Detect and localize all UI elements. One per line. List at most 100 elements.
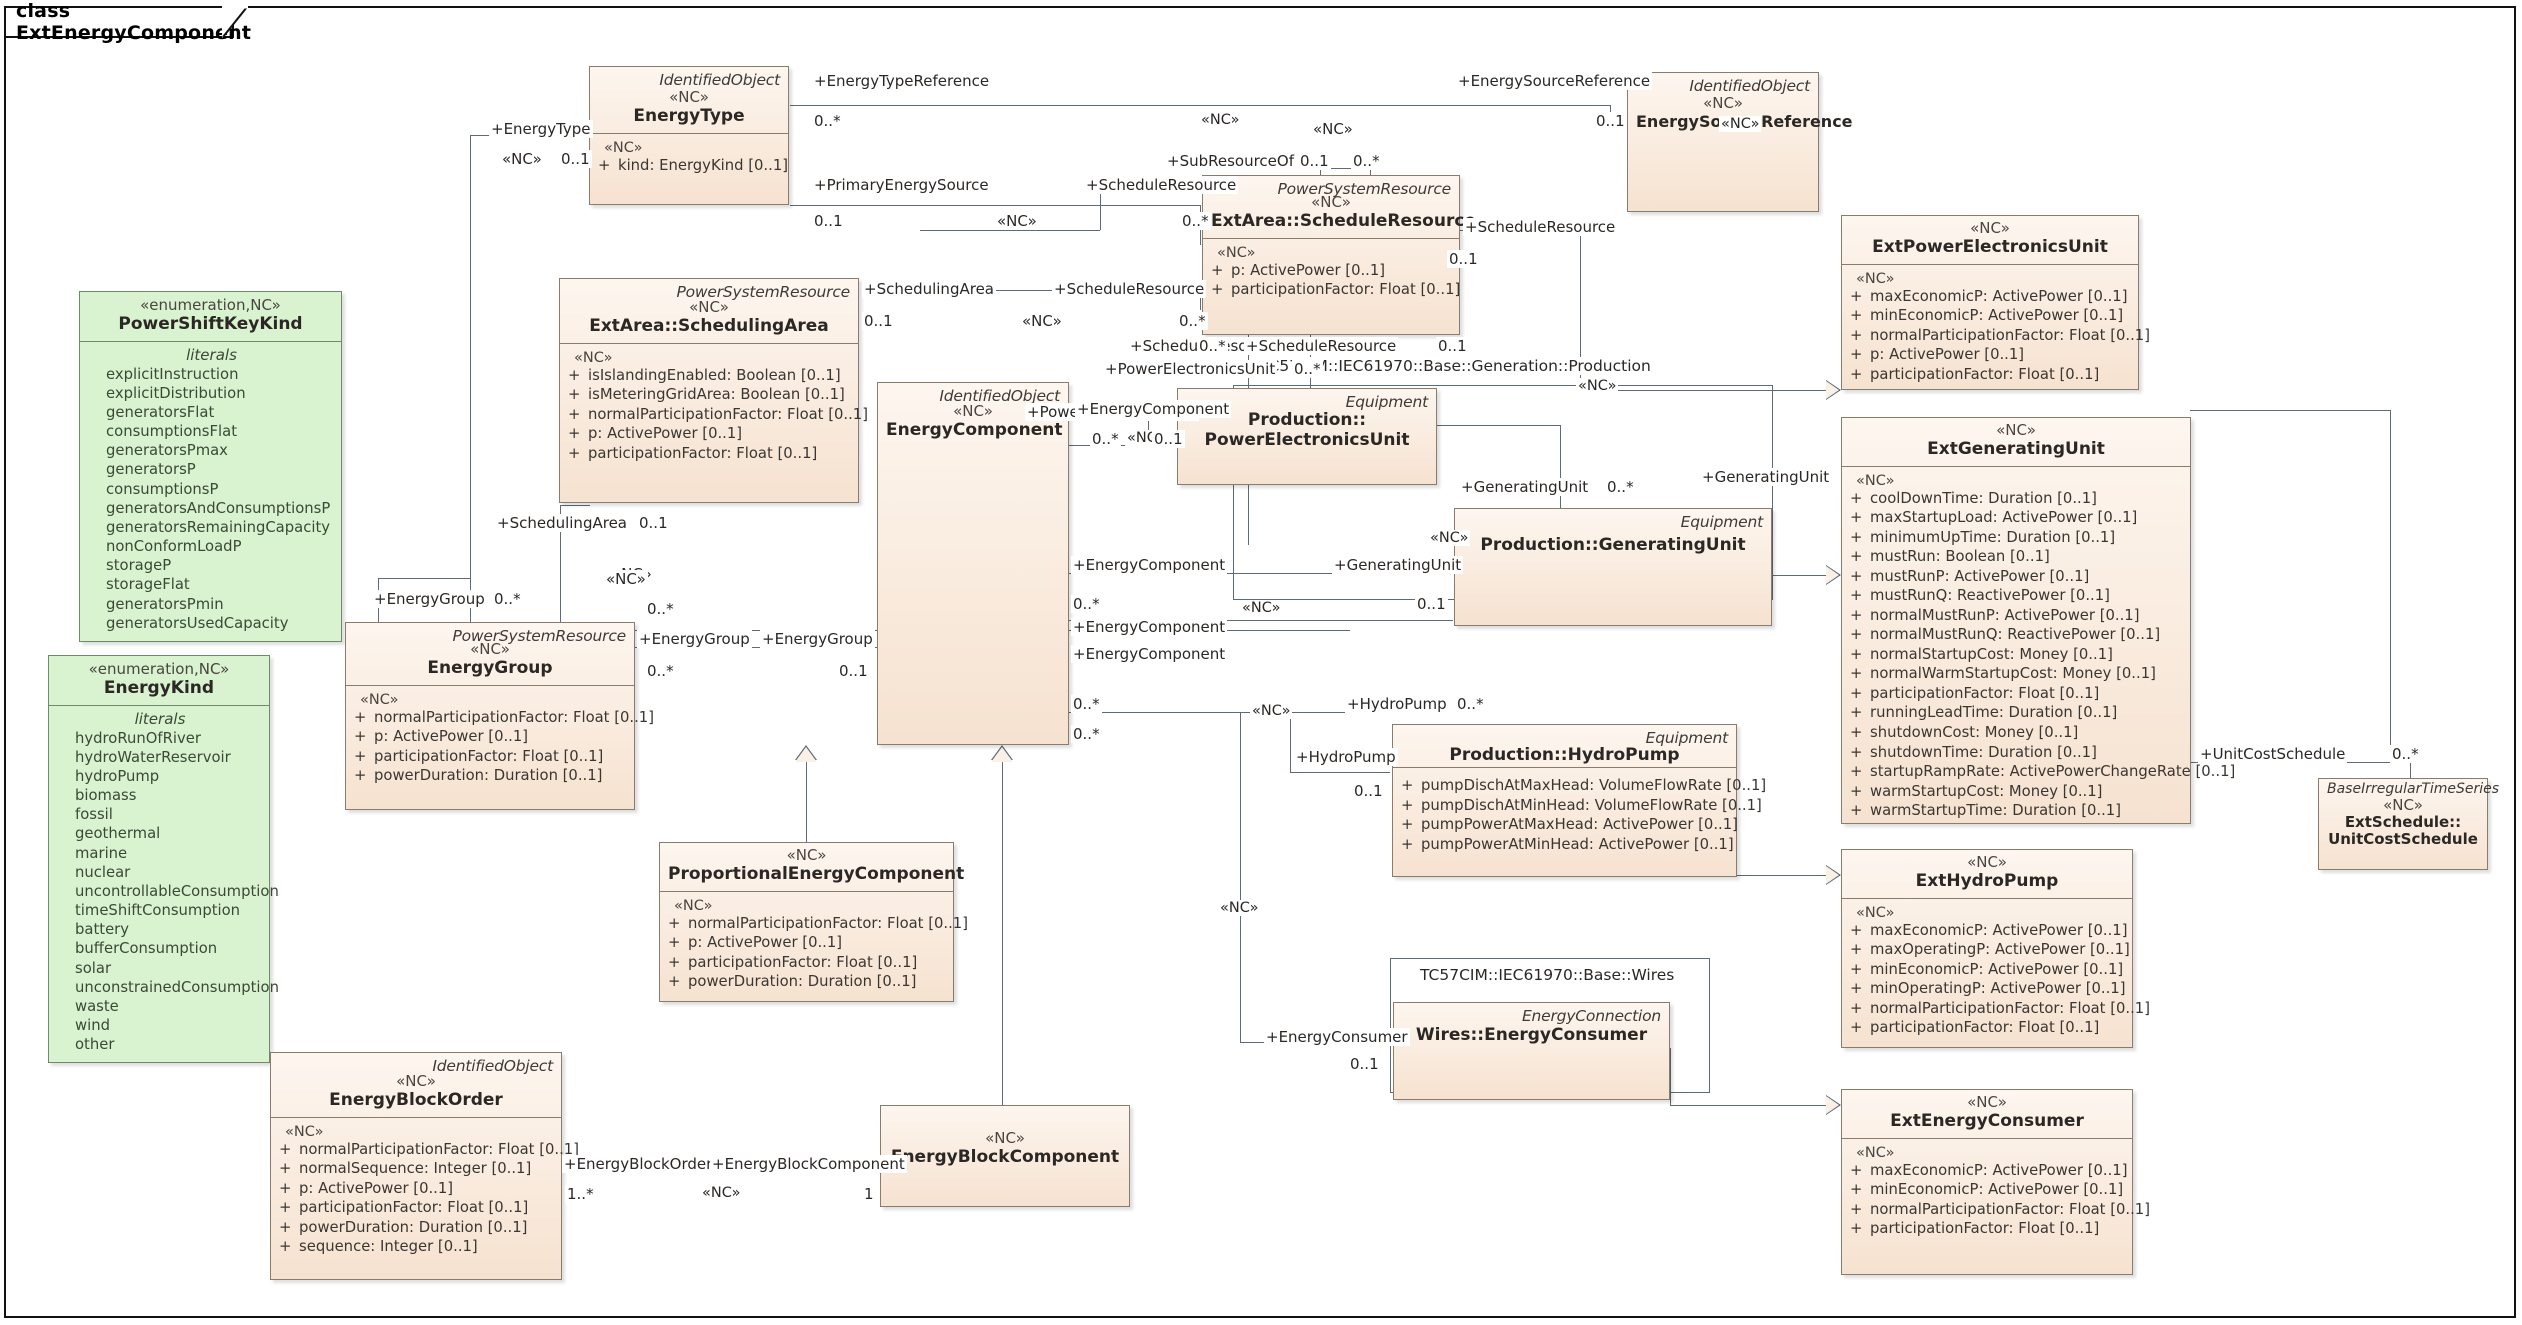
edge-label: +EnergyComponent [1075,400,1232,418]
edge-label: 0..1 [1415,595,1448,613]
attribute-row: + p: ActivePower [0..1] [1850,345,2132,365]
enum-literal: bufferConsumption [75,940,218,958]
literals-label: literals [186,345,237,364]
enum-literal: battery [75,921,130,939]
attr-stereotype: «NC» [1217,244,1256,261]
class-stereotype: «NC» [1996,421,2036,439]
class-header: «NC» ExtGeneratingUnit [1842,418,2190,466]
attribute-row: + normalMustRunP: ActivePower [0..1] [1850,606,2184,626]
class-energysourcereference[interactable]: IdentifiedObject «NC» EnergySourceRefere… [1627,72,1853,212]
visibility-public-icon: + [668,953,681,971]
class-name: EnergyBlockComponent [890,1147,1120,1168]
visibility-public-icon: + [354,728,367,746]
attribute-row: + maxOperatingP: ActivePower [0..1] [1850,940,2130,960]
edge-label: +EnergySourceReference [1456,72,1653,90]
class-energytype[interactable]: IdentifiedObject «NC» EnergyType «NC» + … [589,66,789,205]
class-name: ExtGeneratingUnit [1927,439,2105,460]
class-proportionalenergycomponent[interactable]: «NC» ProportionalEnergyComponent «NC» + n… [659,842,968,1002]
edge-label: 0..1 [1298,152,1331,170]
attribute-text: normalMustRunQ: ReactivePower [0..1] [1870,626,2161,644]
edge-label: 0..1 [1447,250,1480,268]
enum-energykind[interactable]: «enumeration,NC» EnergyKind literals hyd… [48,655,279,1063]
class-name-line2: UnitCostSchedule [2328,830,2478,849]
enum-literal: solar [75,959,112,977]
class-extunitcostschedule[interactable]: BaseIrregularTimeSeries «NC» ExtSchedule… [2318,778,2500,870]
class-schedulingarea[interactable]: PowerSystemResource «NC» ExtArea::Schedu… [559,278,868,503]
enum-name: PowerShiftKeyKind [118,314,303,335]
class-attributes: «NC» + maxEconomicP: ActivePower [0..1] +… [1842,263,2150,393]
attribute-row: + mustRunQ: ReactivePower [0..1] [1850,586,2184,606]
class-energygroup[interactable]: PowerSystemResource «NC» EnergyGroup «NC… [345,622,654,810]
attribute-row: + participationFactor: Float [0..1] [1850,684,2184,704]
edge-label: «NC» [1199,112,1242,128]
parent-class-label: BaseIrregularTimeSeries [2327,781,2500,797]
edge-label: +UnitCostSchedule [2198,745,2348,763]
class-energyblockorder[interactable]: IdentifiedObject «NC» EnergyBlockOrder «… [270,1052,579,1280]
conn-line [1240,712,1241,1042]
class-header: Equipment Production::GeneratingUnit [1455,509,1771,561]
attribute-row: + maxStartupLoad: ActivePower [0..1] [1850,508,2184,528]
attribute-text: minEconomicP: ActivePower [0..1] [1870,1181,2124,1199]
class-extgeneratingunit[interactable]: «NC» ExtGeneratingUnit «NC» + coolDownTim… [1841,417,2235,824]
enum-literal: generatorsPmax [106,442,228,460]
class-name: EnergyComponent [886,420,1063,441]
edge-label: +EnergyType [489,120,593,138]
attribute-row: + minEconomicP: ActivePower [0..1] [1850,306,2132,326]
edge-label: 0..* [645,600,676,618]
attribute-text: p: ActivePower [0..1] [1870,346,2025,364]
class-energyblockcomponent[interactable]: «NC» EnergyBlockComponent [880,1105,1130,1207]
visibility-public-icon: + [1850,960,1863,978]
class-exthydropump[interactable]: «NC» ExtHydroPump «NC» + maxEconomicP: Ac… [1841,849,2150,1048]
edge-label: «NC» [700,1185,743,1201]
edge-label: «NC» [1250,703,1293,719]
enum-literal: waste [75,997,119,1015]
parent-class-label: PowerSystemResource [1277,180,1451,198]
class-header: IdentifiedObject «NC» EnergyType [590,67,788,133]
conn-line [2390,410,2391,762]
attribute-text: mustRunP: ActivePower [0..1] [1870,567,2090,585]
class-extpowerelectronicsunit[interactable]: «NC» ExtPowerElectronicsUnit «NC» + maxEc… [1841,215,2150,393]
attribute-row: + mustRunP: ActivePower [0..1] [1850,567,2184,587]
attribute-row: + sequence: Integer [0..1] [279,1237,555,1257]
class-energycomponent[interactable]: IdentifiedObject «NC» EnergyComponent [877,382,1069,745]
visibility-public-icon: + [568,444,581,462]
edge-label: 0..* [1197,337,1228,355]
attribute-row: + participationFactor: Float [0..1] [354,747,628,767]
generalization-arrow-fill-icon [991,747,1013,762]
attribute-text: kind: EnergyKind [0..1] [618,156,789,174]
class-extenergyconsumer[interactable]: «NC» ExtEnergyConsumer «NC» + maxEconomic… [1841,1089,2150,1275]
attribute-text: coolDownTime: Duration [0..1] [1870,489,2097,507]
visibility-public-icon: + [1850,528,1863,546]
class-stereotype: «NC» [1703,94,1743,112]
enum-literal: timeShiftConsumption [75,902,241,920]
conn-line [1002,760,1003,1105]
class-scheduleresource[interactable]: PowerSystemResource «NC» ExtArea::Schedu… [1202,175,1476,335]
class-production-hydropump[interactable]: Equipment Production::HydroPump + pumpDis… [1392,724,1766,877]
class-header: IdentifiedObject «NC» EnergyBlockOrder [271,1053,561,1117]
generalization-arrow-fill-icon [1826,381,1839,399]
class-attributes: «NC» + kind: EnergyKind [0..1] [590,132,789,184]
attribute-text: minEconomicP: ActivePower [0..1] [1870,307,2124,325]
class-header: PowerSystemResource «NC» ExtArea::Schedu… [1203,176,1476,238]
edge-label: 1..* [565,1185,596,1203]
visibility-public-icon: + [568,366,581,384]
attribute-row: + normalSequence: Integer [0..1] [279,1159,555,1179]
conn-line [1670,1105,1840,1106]
visibility-public-icon: + [1850,743,1863,761]
edge-label: «NC» [500,150,544,168]
enum-literal: storageFlat [106,576,190,594]
edge-label: 0..* [492,590,523,608]
enum-powershiftkeykind[interactable]: «enumeration,NC» PowerShiftKeyKind liter… [79,291,342,642]
visibility-public-icon: + [1850,1181,1863,1199]
edge-label: +GeneratingUnit [1332,556,1464,574]
edge-label: +HydroPump [1294,748,1398,766]
enum-literal: nonConformLoadP [106,538,242,556]
class-wires-energyconsumer[interactable]: EnergyConnection Wires::EnergyConsumer [1393,1002,1670,1100]
class-production-generatingunit[interactable]: Equipment Production::GeneratingUnit [1454,508,1772,626]
attribute-row: + powerDuration: Duration [0..1] [668,972,947,992]
class-attributes: «NC» + normalParticipationFactor: Float [… [271,1116,579,1265]
generalization-arrow-fill-icon [1826,566,1839,584]
attribute-row: + normalStartupCost: Money [0..1] [1850,645,2184,665]
attribute-text: maxEconomicP: ActivePower [0..1] [1870,287,2128,305]
attr-stereotype: «NC» [1856,270,1895,287]
